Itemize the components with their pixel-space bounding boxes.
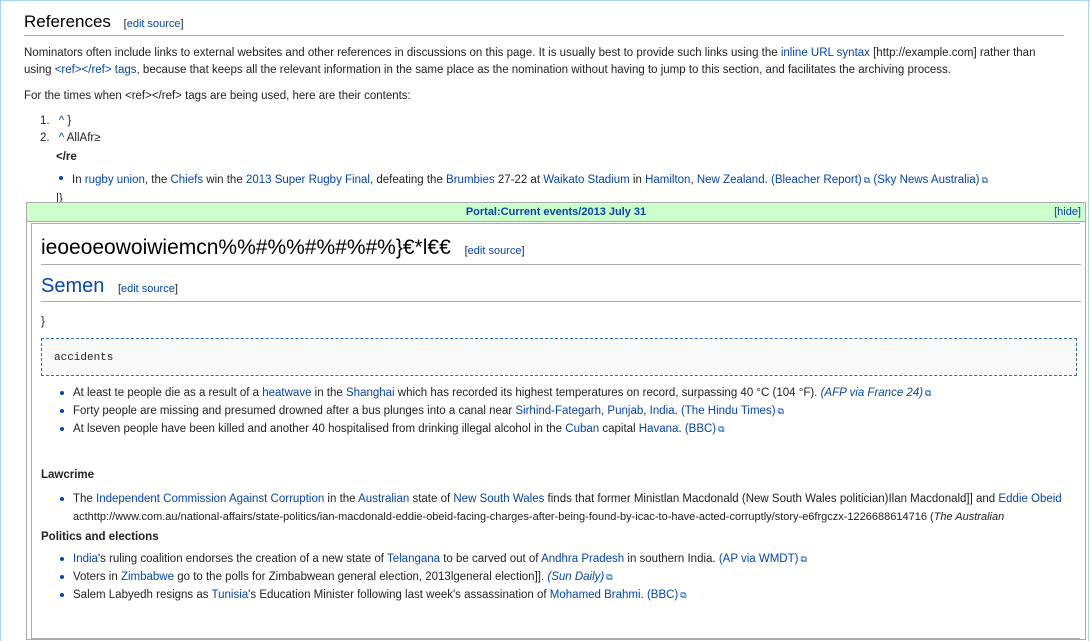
external-link-icon: ⧉: [718, 424, 725, 434]
closing-brace: }: [41, 316, 45, 328]
reference-item-2: 2. ^ AllAfr≥: [40, 132, 101, 144]
portal-title-link[interactable]: Portal:Current events/2013 July 31: [466, 206, 646, 218]
list-item: India's ruling coalition endorses the cr…: [60, 550, 1077, 568]
external-link-icon: ⧉: [925, 388, 932, 398]
semen-heading: Semen [edit source]: [41, 275, 1081, 302]
lawcrime-heading: Lawcrime: [41, 469, 95, 481]
hide-toggle[interactable]: [hide]: [1054, 203, 1081, 221]
external-link-icon: ⧉: [777, 406, 784, 416]
preformatted-block: accidents: [41, 338, 1077, 376]
sky-news-link[interactable]: (Sky News Australia): [873, 174, 979, 186]
lawcrime-list: The Independent Commission Against Corru…: [47, 490, 1077, 526]
ref-tags-link[interactable]: <ref></ref> tags: [55, 64, 137, 76]
references-section: References [edit source] Nominators ofte…: [24, 12, 1064, 207]
edit-source-link[interactable]: [edit source]: [465, 245, 525, 257]
list-item: The Independent Commission Against Corru…: [60, 490, 1077, 526]
edit-source-link[interactable]: [edit source]: [118, 283, 178, 295]
bleacher-report-link[interactable]: (Bleacher Report): [771, 174, 862, 186]
reference-list: 1. ^ } 2. ^ AllAfr≥ </re In rugby union,…: [24, 113, 1064, 207]
external-link-icon: ⧉: [981, 175, 988, 185]
reference-bold-fragment: </re: [56, 151, 77, 163]
politics-list: India's ruling coalition endorses the cr…: [47, 550, 1077, 604]
portal-box: Portal:Current events/2013 July 31 [hide…: [26, 202, 1086, 640]
nominators-paragraph: Nominators often include links to extern…: [24, 47, 1036, 76]
reference-bullet-list: In rugby union, the Chiefs win the 2013 …: [40, 169, 1064, 191]
references-heading: References [edit source]: [24, 12, 1064, 36]
list-item: In rugby union, the Chiefs win the 2013 …: [59, 169, 1064, 191]
top-border: [0, 0, 1090, 1]
list-item: At least te people die as a result of a …: [60, 384, 1077, 402]
portal-body: ieoeoeowoiwiemcn%%#%%#%#%#%}€*l€€ [edit …: [27, 236, 1085, 604]
left-border: [0, 0, 1, 641]
external-link-icon: ⧉: [863, 175, 871, 185]
external-link-icon: ⧉: [680, 590, 687, 600]
list-item: Voters in Zimbabwe go to the polls for Z…: [60, 568, 1077, 586]
edit-source-link[interactable]: [edit source]: [124, 18, 184, 30]
politics-heading: Politics and elections: [41, 531, 159, 543]
external-link-icon: ⧉: [800, 554, 807, 564]
external-link-icon: ⧉: [606, 572, 613, 582]
portal-big-heading: ieoeoeowoiwiemcn%%#%%#%#%#%}€*l€€ [edit …: [41, 236, 1081, 265]
list-item: At lseven people have been killed and an…: [60, 420, 1077, 438]
portal-header: Portal:Current events/2013 July 31 [hide…: [27, 203, 1085, 222]
ref-contents-intro: For the times when <ref></ref> tags are …: [24, 90, 411, 102]
accidents-list: At least te people die as a result of a …: [47, 384, 1077, 438]
list-item: Salem Labyedh resigns as Tunisia's Educa…: [60, 586, 1077, 604]
right-border: [1088, 0, 1089, 641]
list-item: Forty people are missing and presumed dr…: [60, 402, 1077, 420]
reference-item-1: 1. ^ }: [40, 115, 72, 127]
inline-url-syntax-link[interactable]: inline URL syntax: [781, 47, 870, 59]
